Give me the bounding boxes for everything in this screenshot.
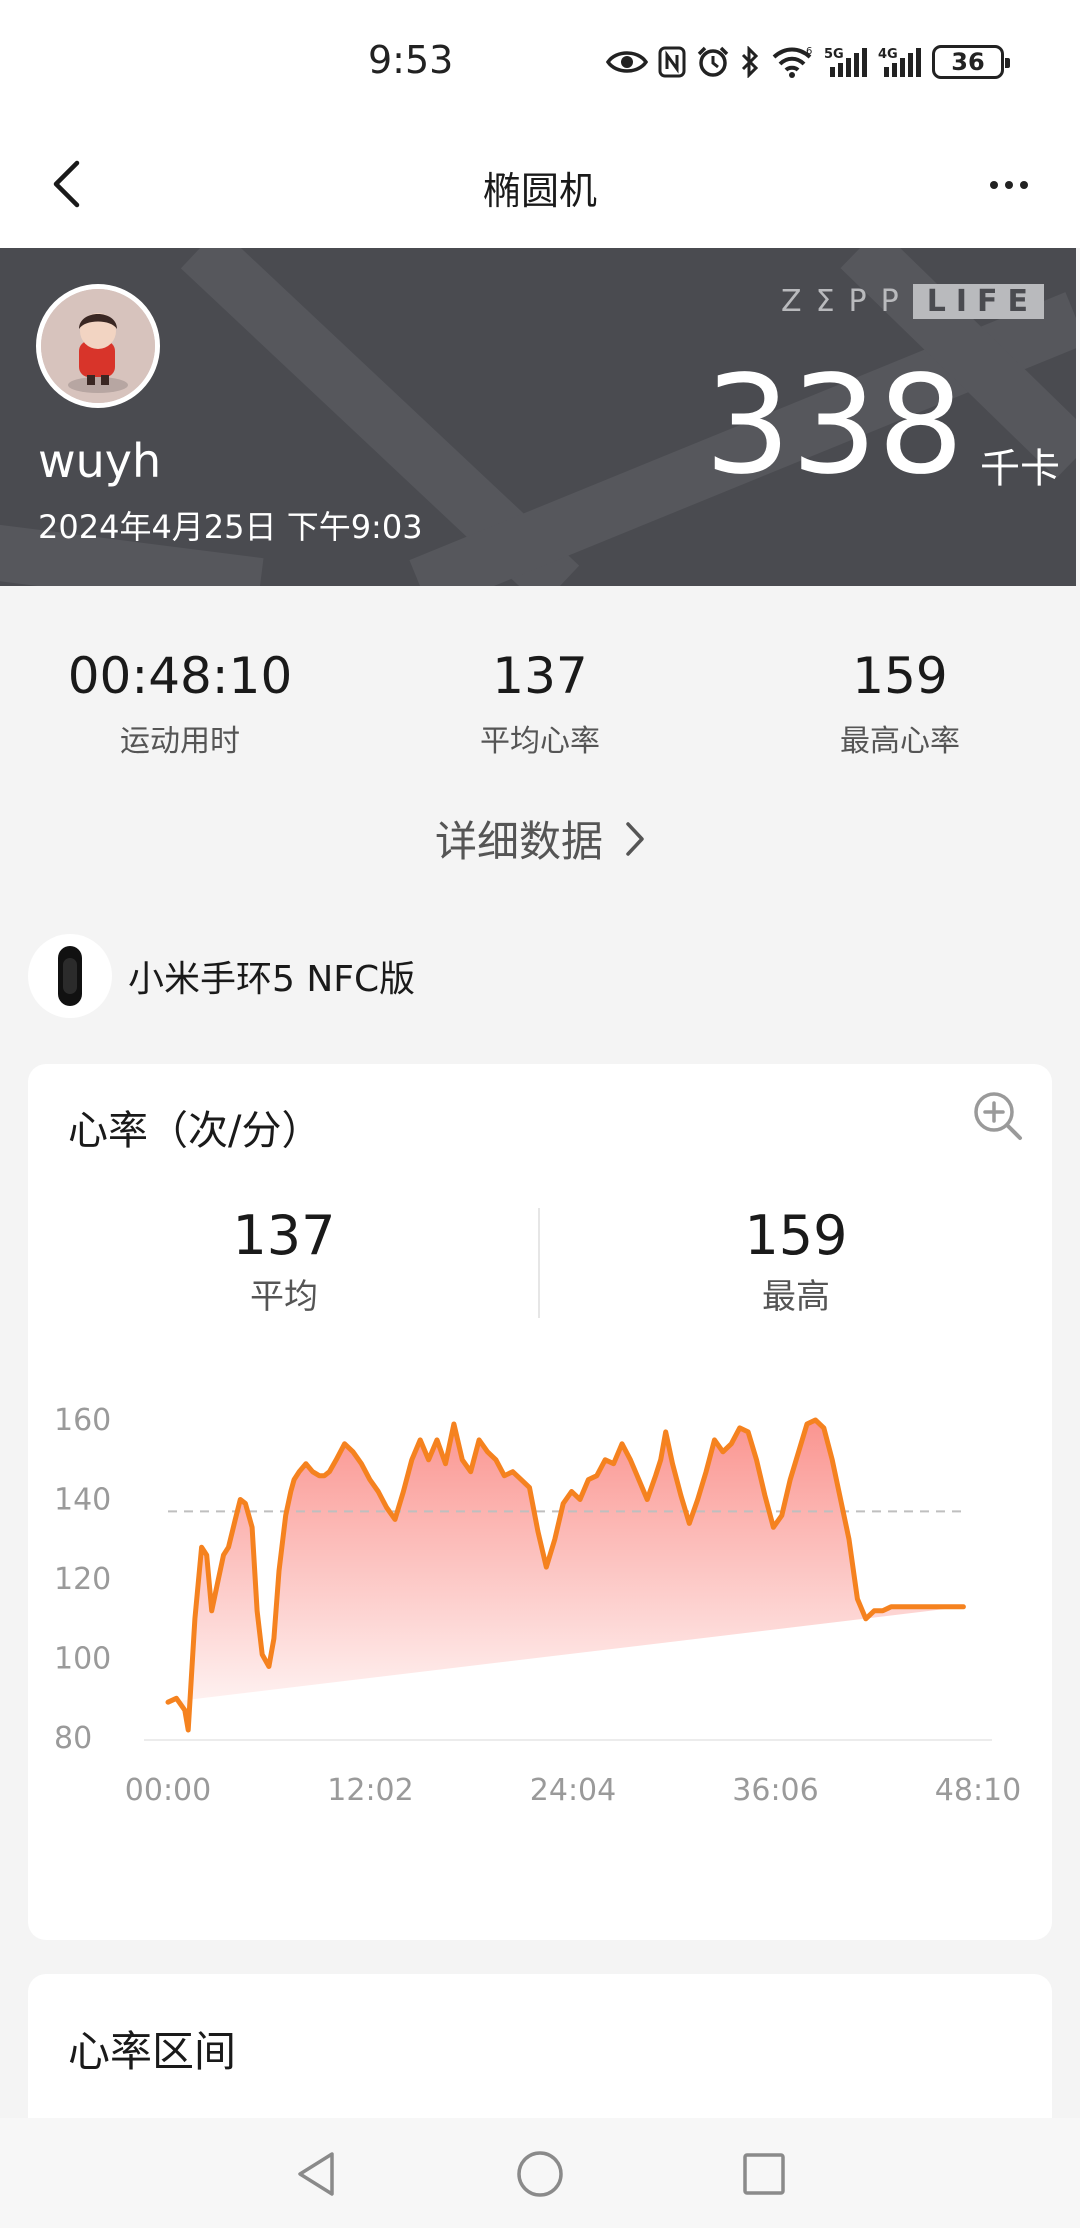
- status-icons: 6 5G 4G 36: [606, 44, 1010, 80]
- system-nav-bar: [0, 2118, 1080, 2228]
- eye-icon: [606, 51, 648, 73]
- more-horizontal-icon-dot: [1020, 181, 1028, 189]
- detail-data-label: 详细数据: [434, 817, 603, 866]
- y-tick-label: 140: [54, 1483, 111, 1518]
- battery-level: 36: [951, 48, 985, 76]
- x-tick-label: 24:04: [530, 1773, 616, 1808]
- avg-hr-stat: 137 平均心率: [360, 646, 720, 760]
- username: wuyh: [38, 434, 162, 488]
- battery-indicator: 36: [932, 45, 1010, 79]
- svg-text:5G: 5G: [824, 47, 844, 62]
- max-hr-value: 159: [852, 647, 948, 705]
- chevron-right-icon: [626, 821, 644, 856]
- heart-rate-zones-title: 心率区间: [68, 2027, 237, 2076]
- avatar-image: [41, 289, 155, 403]
- calories-value: 338: [704, 347, 964, 505]
- x-tick-label: 12:02: [327, 1773, 413, 1808]
- workout-summary: 00:48:10 运动用时 137 平均心率 159 最高心率 详细数据: [0, 586, 1080, 886]
- system-recents-button[interactable]: [738, 2148, 790, 2200]
- system-home-button[interactable]: [514, 2148, 566, 2200]
- more-button[interactable]: [976, 160, 1042, 210]
- status-time: 9:53: [368, 38, 454, 82]
- calories-unit: 千卡: [980, 446, 1060, 492]
- duration-label: 运动用时: [120, 724, 240, 759]
- bluetooth-icon: [741, 46, 759, 78]
- top-nav-bar: 椭圆机: [0, 120, 1080, 248]
- x-tick-label: 00:00: [125, 1773, 211, 1808]
- workout-hero-banner: wuyh 2024年4月25日 下午9:03 ZΣPP LIFE 338 千卡: [0, 248, 1076, 586]
- detail-data-link[interactable]: 详细数据: [0, 808, 1080, 869]
- avatar[interactable]: [36, 284, 160, 408]
- y-tick-label: 120: [54, 1562, 111, 1597]
- more-horizontal-icon-dot: [1005, 181, 1013, 189]
- y-tick-label: 160: [54, 1403, 111, 1438]
- y-tick-label: 80: [54, 1721, 92, 1756]
- circle-home-icon: [517, 2151, 563, 2197]
- y-axis-labels: 160 140 120 100 80: [54, 1403, 111, 1756]
- avg-hr-value: 137: [492, 647, 588, 705]
- svg-text:6: 6: [806, 46, 812, 57]
- alarm-icon: [697, 46, 729, 77]
- workout-date: 2024年4月25日 下午9:03: [38, 508, 423, 546]
- heart-rate-area: [168, 1420, 964, 1730]
- avg-hr-label: 平均心率: [480, 724, 600, 759]
- svg-text:4G: 4G: [878, 47, 898, 62]
- max-hr-label: 最高心率: [840, 724, 960, 759]
- signal-4g-icon: 4G: [878, 47, 921, 77]
- more-horizontal-icon-dot: [990, 181, 998, 189]
- status-bar: 9:53 6 5G 4G 36: [0, 0, 1080, 120]
- duration-stat: 00:48:10 运动用时: [0, 646, 360, 760]
- nfc-icon: [658, 46, 686, 78]
- page-title: 椭圆机: [482, 169, 597, 213]
- max-hr-stat: 159 最高心率: [720, 646, 1080, 760]
- band-icon: [28, 934, 112, 1018]
- device-row: 小米手环5 NFC版: [28, 934, 415, 1018]
- device-name: 小米手环5 NFC版: [128, 959, 416, 1000]
- square-recents-icon: [743, 2153, 785, 2195]
- brand-life-text: LIFE: [912, 284, 1044, 319]
- signal-5g-icon: 5G: [824, 47, 867, 77]
- system-back-button[interactable]: [290, 2148, 342, 2200]
- y-tick-label: 100: [54, 1642, 111, 1677]
- heart-rate-card: 心率（次/分） 137 平均 159 最高 160 140 120 100 80 00:…: [28, 1064, 1052, 1940]
- wifi-icon: 6: [772, 46, 812, 78]
- x-tick-label: 48:10: [935, 1773, 1021, 1808]
- x-axis-labels: 00:00 12:02 24:04 36:06 48:10: [125, 1773, 1021, 1808]
- heart-rate-chart: 160 140 120 100 80 00:00 12:02 24:04 36:06 48:10: [54, 1403, 1021, 1808]
- brand-zepp-text: ZΣPP: [781, 284, 913, 319]
- duration-value: 00:48:10: [67, 647, 293, 705]
- triangle-back-icon: [298, 2152, 334, 2196]
- x-tick-label: 36:06: [732, 1773, 818, 1808]
- zepp-life-logo: ZΣPP LIFE: [781, 284, 1044, 319]
